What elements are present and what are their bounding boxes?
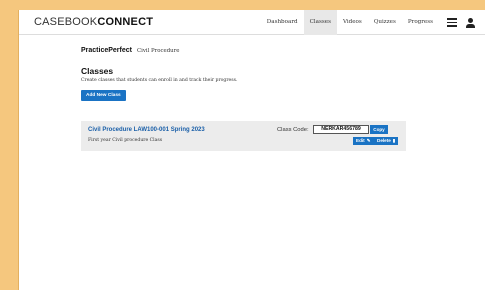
logo-bold-text: CONNECT — [97, 16, 154, 28]
edit-icon: ✎ — [366, 138, 371, 143]
app-window: CASEBOOKCONNECT Dashboard Classes Videos… — [18, 10, 485, 290]
menu-icon-bar — [447, 25, 457, 27]
edit-button-label: Edit — [356, 138, 365, 143]
nav-videos[interactable]: Videos — [337, 10, 368, 35]
class-code-field[interactable]: NERKAR456789 — [313, 125, 369, 134]
casebook-connect-logo[interactable]: CASEBOOKCONNECT — [34, 16, 153, 28]
main-content: PracticePerfect Civil Procedure Classes … — [81, 36, 406, 151]
delete-class-button[interactable]: Delete ▮ — [374, 137, 399, 145]
main-nav: Dashboard Classes Videos Quizzes Progres… — [261, 10, 475, 35]
class-code-label: Class Code: — [277, 127, 309, 133]
copy-code-button[interactable]: Copy — [370, 125, 388, 134]
nav-classes[interactable]: Classes — [303, 10, 337, 35]
trash-icon: ▮ — [392, 138, 396, 143]
logo-light-text: CASEBOOK — [34, 16, 98, 28]
add-new-class-button[interactable]: Add New Class — [81, 90, 126, 101]
page-description: Create classes that students can enroll … — [81, 78, 238, 83]
top-nav-bar: CASEBOOKCONNECT Dashboard Classes Videos… — [19, 10, 485, 35]
delete-button-label: Delete — [377, 138, 391, 143]
menu-icon-bar — [447, 21, 457, 24]
user-icon-head — [468, 17, 473, 23]
class-description: First year Civil procedure Class — [88, 138, 163, 143]
class-card: Civil Procedure LAW100-001 Spring 2023 F… — [81, 121, 406, 151]
breadcrumb-course: Civil Procedure — [136, 48, 180, 54]
page-title: Classes — [81, 66, 114, 76]
menu-icon[interactable] — [447, 18, 457, 27]
edit-class-button[interactable]: Edit ✎ — [353, 137, 374, 145]
nav-dashboard[interactable]: Dashboard — [261, 10, 304, 35]
nav-quizzes[interactable]: Quizzes — [368, 10, 402, 35]
menu-icon-bar — [447, 18, 457, 20]
breadcrumb: PracticePerfect Civil Procedure — [81, 47, 406, 54]
user-icon[interactable] — [466, 17, 475, 28]
class-title-link[interactable]: Civil Procedure LAW100-001 Spring 2023 — [88, 127, 205, 133]
nav-progress[interactable]: Progress — [402, 10, 439, 35]
breadcrumb-brand[interactable]: PracticePerfect — [81, 47, 132, 54]
user-icon-body — [466, 23, 475, 28]
